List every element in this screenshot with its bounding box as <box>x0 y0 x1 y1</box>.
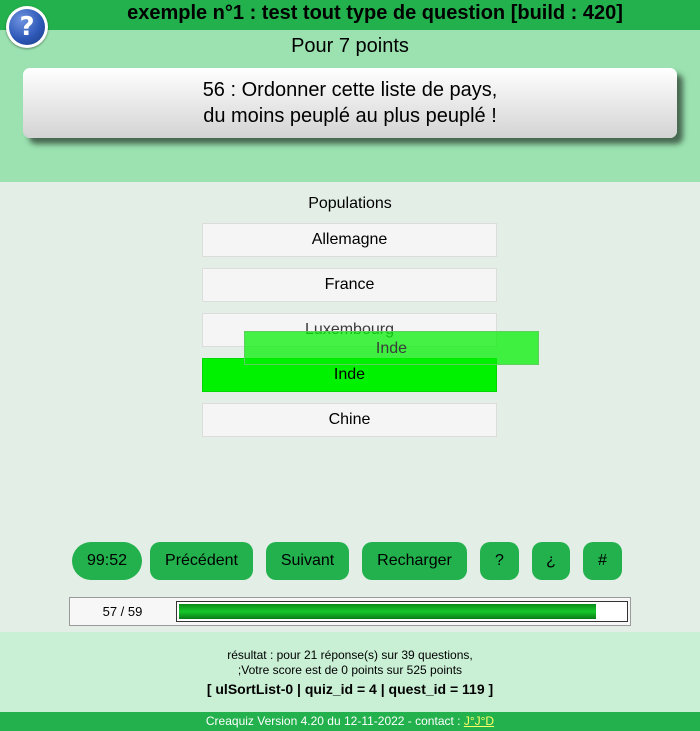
progress-bar-fill <box>179 604 596 619</box>
question-header: Pour 7 points 56 : Ordonner cette liste … <box>0 30 700 182</box>
contact-link[interactable]: J°J°D <box>464 714 494 728</box>
progress-label: 57 / 59 <box>102 604 143 619</box>
reload-button[interactable]: Recharger <box>362 542 467 580</box>
progress-bar <box>176 601 628 622</box>
question-text-line-2: du moins peuplé au plus peuplé ! <box>203 105 497 127</box>
next-button[interactable]: Suivant <box>266 542 349 580</box>
title-bar: exemple n°1 : test tout type de question… <box>0 0 700 30</box>
help-button[interactable]: ? <box>480 542 519 580</box>
question-box: 56 : Ordonner cette liste de pays, du mo… <box>23 68 677 138</box>
sortable-item-chine[interactable]: Chine <box>202 403 497 437</box>
previous-button[interactable]: Précédent <box>150 542 253 580</box>
result-score-line: ;Votre score est de 0 points sur 525 poi… <box>237 663 463 677</box>
dragged-item-inde[interactable]: Inde <box>244 331 539 365</box>
question-mark-icon: ? <box>9 9 45 45</box>
points-label: Pour 7 points <box>291 35 409 57</box>
inverse-question-button[interactable]: ¿ <box>532 542 570 580</box>
footer-bar: Creaquiz Version 4.20 du 12-11-2022 - co… <box>0 712 700 731</box>
question-text-line-1: 56 : Ordonner cette liste de pays, <box>202 79 498 101</box>
sortable-item-allemagne[interactable]: Allemagne <box>202 223 497 257</box>
timer-button[interactable]: 99:52 <box>72 542 142 580</box>
progress-panel: 57 / 59 <box>69 597 631 626</box>
debug-info: [ ulSortList-0 | quiz_id = 4 | quest_id … <box>206 681 494 697</box>
hash-button[interactable]: # <box>583 542 622 580</box>
result-line-1: résultat : pour 21 réponse(s) sur 39 que… <box>227 648 473 662</box>
help-logo-icon[interactable]: ? <box>6 6 48 48</box>
result-panel: résultat : pour 21 réponse(s) sur 39 que… <box>0 632 700 712</box>
app-title: exemple n°1 : test tout type de question… <box>127 2 623 24</box>
sortable-list-title: Populations <box>308 195 392 212</box>
sortable-item-france[interactable]: France <box>202 268 497 302</box>
footer-version-text: Creaquiz Version 4.20 du 12-11-2022 - co… <box>205 714 464 728</box>
